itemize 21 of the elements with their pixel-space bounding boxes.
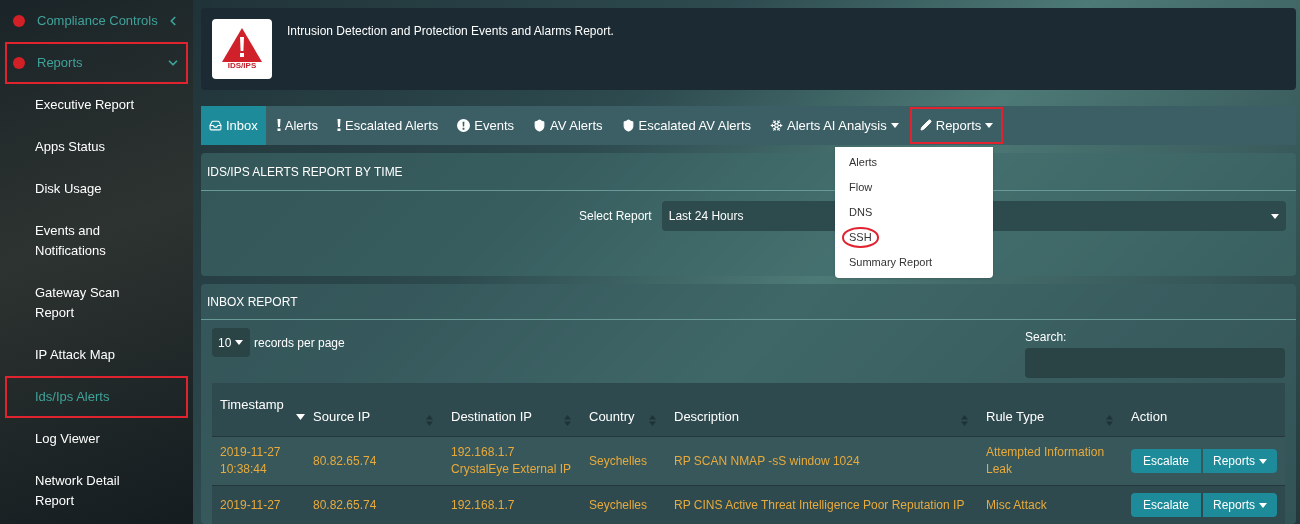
page-size-label: records per page xyxy=(254,335,345,352)
table-cell-text: Attempted Information Leak xyxy=(986,444,1106,478)
select-label: Select Report xyxy=(579,208,652,226)
section-label: Reports xyxy=(37,54,84,73)
ids-ips-logo: IDS/IPS xyxy=(212,19,272,79)
table-cell: 80.82.65.74 xyxy=(313,497,377,512)
panel-title: INBOX REPORT xyxy=(207,294,298,309)
table-cell-text: 2019-11-27 xyxy=(220,496,282,514)
table-cell: 80.82.65.74 xyxy=(313,453,377,468)
panel-title: IDS/IPS ALERTS REPORT BY TIME xyxy=(207,164,403,179)
table-cell: Seychelles xyxy=(589,453,648,468)
table-cell-text: RP CINS Active Threat Intelligence Poor Reputation IP xyxy=(674,496,966,514)
table-cell: Seychelles xyxy=(589,497,648,512)
section-label: Compliance Controls xyxy=(37,12,159,31)
search-label: Search: xyxy=(1025,329,1068,346)
report-description: Intrusion Detection and Protection Events and Alarms Report. xyxy=(287,23,614,40)
table-cell-text: 192.168.1.7 xyxy=(451,496,516,514)
table-cell-text: 2019-11-27 10:38:44 xyxy=(220,444,282,478)
table-cell-text: Misc Attack xyxy=(986,496,1048,514)
table-cell-text: 192.168.1.7 CrystalEye External IP xyxy=(451,444,573,478)
table-cell-text: RP SCAN NMAP -sS window 1024 xyxy=(674,452,861,470)
